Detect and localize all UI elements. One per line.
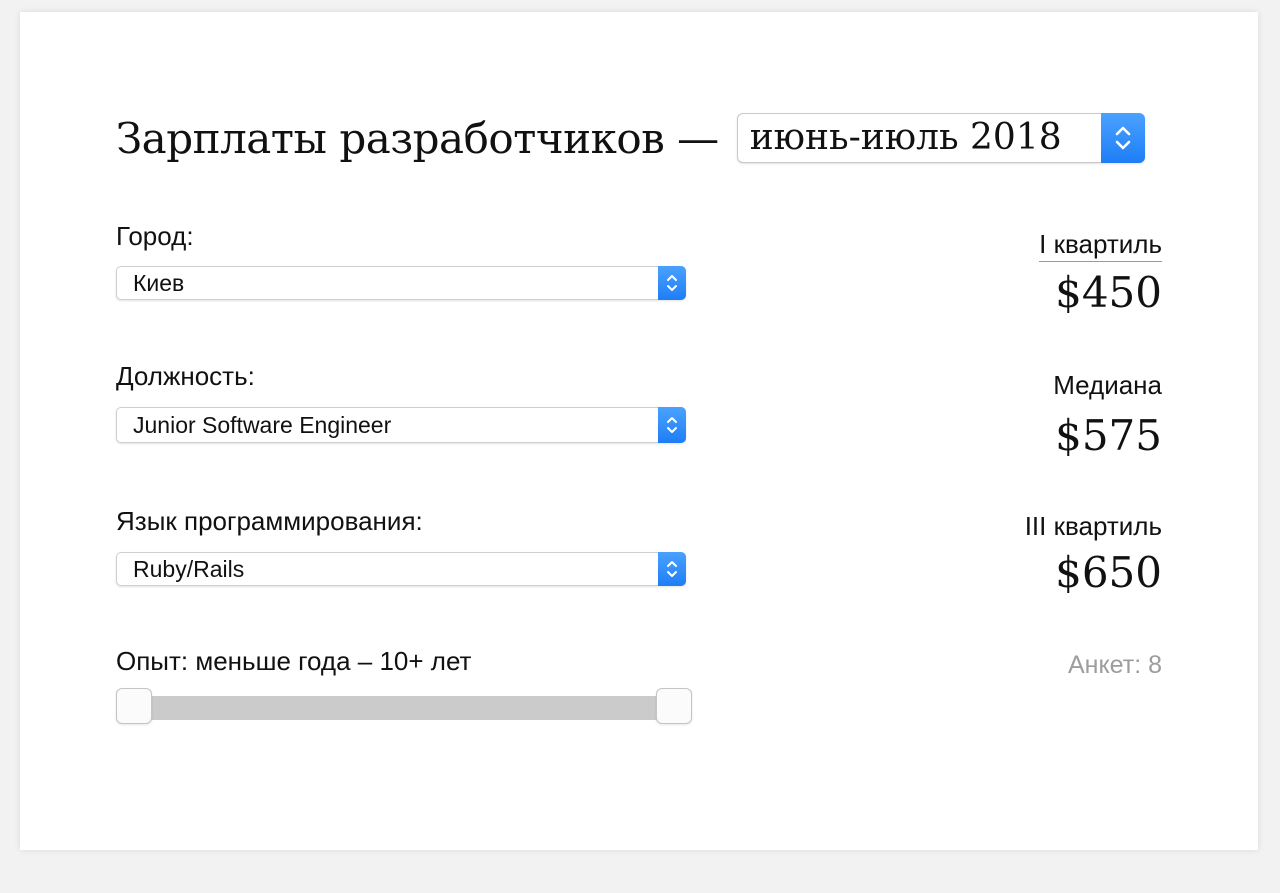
position-select-value: Junior Software Engineer — [133, 412, 392, 438]
language-select-value: Ruby/Rails — [133, 556, 245, 582]
page-title: Зарплаты разработчиков — — [116, 113, 719, 163]
header: Зарплаты разработчиков — июнь-июль 2018 — [116, 110, 1145, 166]
language-select[interactable]: Ruby/Rails — [116, 552, 686, 586]
experience-label: Опыт: меньше года – 10+ лет — [116, 646, 472, 676]
language-label: Язык программирования: — [116, 506, 423, 536]
period-select[interactable]: июнь-июль 2018 — [736, 113, 1145, 163]
period-select-value: июнь-июль 2018 — [749, 117, 1062, 158]
city-label: Город: — [116, 221, 194, 251]
chevron-up-down-icon — [658, 552, 686, 586]
position-select[interactable]: Junior Software Engineer — [116, 407, 686, 443]
median-value: $575 — [1055, 411, 1162, 460]
slider-track — [120, 696, 688, 720]
chevron-up-down-icon — [658, 266, 686, 300]
q1-label: I квартиль — [1039, 229, 1162, 262]
experience-range-slider[interactable] — [116, 688, 692, 724]
chevron-up-down-icon — [1100, 113, 1145, 163]
city-select[interactable]: Киев — [116, 266, 686, 300]
responses-count: Анкет: 8 — [1067, 651, 1162, 679]
city-select-value: Киев — [133, 270, 185, 296]
slider-selected-range — [134, 696, 674, 720]
q1-value: $450 — [1055, 268, 1162, 317]
slider-handle-max[interactable] — [656, 688, 692, 724]
q3-value: $650 — [1055, 548, 1162, 597]
slider-handle-min[interactable] — [116, 688, 152, 724]
position-label: Должность: — [116, 361, 255, 391]
median-label: Медиана — [1053, 370, 1162, 400]
salary-card: Зарплаты разработчиков — июнь-июль 2018 … — [20, 12, 1258, 850]
chevron-up-down-icon — [658, 407, 686, 443]
q3-label: III квартиль — [1024, 511, 1162, 541]
